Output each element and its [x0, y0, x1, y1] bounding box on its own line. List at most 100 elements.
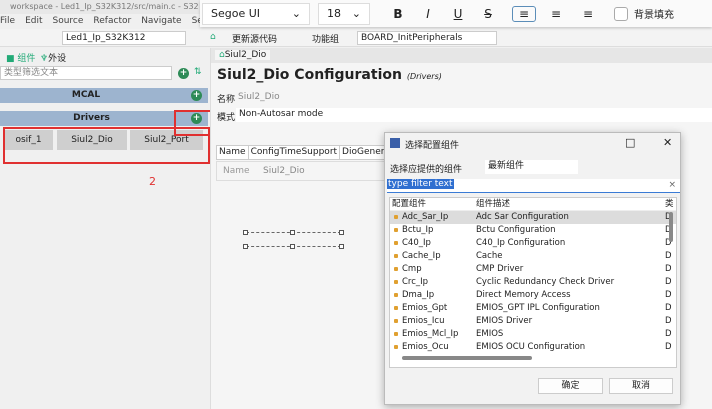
table-row[interactable]: Emios_Ocu EMIOS OCU Configuration D: [390, 341, 676, 354]
description-cell: Cache: [476, 251, 503, 261]
row-value[interactable]: Siul2_Dio: [263, 166, 305, 176]
tab-config-time-support[interactable]: ConfigTimeSupport: [249, 146, 341, 159]
title-text: Siul2_Dio Configuration: [217, 67, 402, 83]
col-category[interactable]: 类: [665, 198, 674, 210]
update-code-button[interactable]: 更新源代码: [232, 32, 277, 45]
col-component[interactable]: 配置组件: [390, 198, 472, 210]
components-panel: ■ 组件 ♆外设 类型筛选文本 + ⇅ MCAL + Drivers + osi…: [0, 48, 208, 409]
component-cell: Emios_Ocu: [390, 341, 472, 354]
table-row[interactable]: Emios_Mcl_Ip EMIOS D: [390, 328, 676, 341]
col-description[interactable]: 组件描述: [472, 198, 665, 210]
italic-button[interactable]: I: [416, 7, 440, 21]
chevron-down-icon: ⌄: [291, 7, 301, 20]
table-row[interactable]: Bctu_IpBctu ConfigurationD: [390, 224, 676, 237]
description-cell: Direct Memory Access: [476, 290, 571, 300]
table-header: 配置组件 组件描述 类: [390, 198, 676, 211]
function-group-selector[interactable]: BOARD_InitPeripherals: [357, 31, 497, 45]
add-icon[interactable]: +: [178, 68, 189, 79]
home-icon[interactable]: ⌂: [210, 32, 216, 42]
component-icon: [394, 228, 398, 232]
font-value: Segoe UI: [211, 7, 261, 20]
underline-button[interactable]: U: [446, 7, 470, 21]
resize-handle[interactable]: [290, 244, 295, 249]
group-drivers[interactable]: Drivers: [0, 111, 183, 126]
ok-button[interactable]: 确定: [538, 378, 603, 394]
component-name: Bctu_Ip: [402, 225, 434, 235]
table-row[interactable]: Adc_Sar_IpAdc Sar ConfigurationD: [390, 211, 676, 224]
table-row[interactable]: Cache_Ip Cache D: [390, 250, 676, 263]
resize-handle[interactable]: [339, 230, 344, 235]
align-center-icon[interactable]: ≡: [544, 7, 568, 21]
cancel-button[interactable]: 取消: [609, 378, 673, 394]
component-table: 配置组件 组件描述 类 Adc_Sar_Ip Adc Sar Configurat…: [389, 197, 677, 368]
description-cell: EMIOS: [476, 329, 504, 339]
tab-label: 组件: [17, 54, 36, 64]
category-cell: D: [665, 303, 672, 313]
resize-handle[interactable]: [290, 230, 295, 235]
editor-tabbar: ⌂Siul2_Dio: [211, 48, 712, 63]
table-row[interactable]: Dma_Ip Direct Memory Access D: [390, 289, 676, 302]
category-cell: D: [665, 290, 672, 300]
maximize-icon[interactable]: □: [625, 136, 635, 149]
resize-handle[interactable]: [243, 244, 248, 249]
table-row[interactable]: Crc_Ip Cyclic Redundancy Check Driver D: [390, 276, 676, 289]
annotation-box-2: [3, 127, 210, 164]
tab-name[interactable]: Name: [217, 146, 249, 159]
filter-input[interactable]: type filter text ×: [387, 179, 680, 193]
size-select[interactable]: 18 ⌄: [318, 2, 370, 25]
sort-icon[interactable]: ⇅: [194, 67, 202, 77]
tab-siul2-dio[interactable]: ⌂Siul2_Dio: [215, 50, 271, 60]
component-name: Emios_Mcl_Ip: [402, 329, 459, 339]
horizontal-scrollbar[interactable]: [402, 356, 532, 360]
component-name: Dma_Ip: [402, 290, 435, 300]
component-icon: [394, 241, 398, 245]
bold-button[interactable]: B: [386, 7, 410, 21]
menu-source[interactable]: Source: [53, 16, 84, 26]
group-mcal[interactable]: MCAL: [0, 88, 172, 103]
component-icon: [394, 215, 398, 219]
resize-handle[interactable]: [339, 244, 344, 249]
add-mcal-icon[interactable]: +: [191, 90, 202, 101]
tab-components[interactable]: ■ 组件: [6, 51, 35, 64]
tab-peripherals[interactable]: ♆外设: [40, 51, 66, 64]
component-icon: [394, 306, 398, 310]
menu-refactor[interactable]: Refactor: [93, 16, 131, 26]
description-cell: Adc Sar Configuration: [476, 212, 569, 222]
align-right-icon[interactable]: ≡: [576, 7, 600, 21]
resize-handle[interactable]: [243, 230, 248, 235]
table-row[interactable]: Cmp CMP Driver D: [390, 263, 676, 276]
description-cell: Bctu Configuration: [476, 225, 556, 235]
description-cell: C40_Ip Configuration: [476, 238, 566, 248]
clear-icon[interactable]: ×: [668, 180, 676, 190]
name-value: Siul2_Dio: [238, 92, 280, 102]
component-name: Emios_Icu: [402, 316, 445, 326]
chevron-down-icon: ⌄: [351, 7, 361, 20]
table-row[interactable]: Emios_Icu EMIOS Driver D: [390, 315, 676, 328]
filter-input[interactable]: 类型筛选文本: [0, 66, 172, 80]
table-row[interactable]: Emios_Gpt EMIOS_GPT IPL Configuration D: [390, 302, 676, 315]
group-mcal-bg: +: [172, 88, 208, 103]
font-select[interactable]: Segoe UI ⌄: [202, 2, 310, 25]
provider-select[interactable]: 最新组件: [485, 160, 578, 174]
bg-fill-checkbox[interactable]: [614, 6, 628, 21]
menu-navigate[interactable]: Navigate: [141, 16, 181, 26]
annotation-label-2: 2: [149, 175, 156, 188]
row-label: Name: [223, 166, 250, 176]
selection-box[interactable]: [243, 230, 344, 249]
component-icon: [394, 254, 398, 258]
component-cell: Emios_Mcl_Ip: [390, 328, 472, 341]
component-cell: Dma_Ip: [390, 289, 472, 302]
table-row[interactable]: C40_Ip C40_Ip Configuration D: [390, 237, 676, 250]
title-subtitle: (Drivers): [406, 72, 442, 81]
component-cell: Bctu_Ip: [390, 224, 472, 237]
menu-edit[interactable]: Edit: [25, 16, 42, 26]
align-left-icon[interactable]: ≡: [512, 5, 536, 22]
vertical-scrollbar[interactable]: [669, 212, 673, 242]
mode-field[interactable]: Non-Autosar mode: [236, 108, 712, 122]
project-selector[interactable]: Led1_Ip_S32K312: [62, 31, 186, 45]
tab-label: Siul2_Dio: [224, 50, 267, 60]
close-icon[interactable]: ✕: [663, 136, 672, 149]
component-icon: [394, 345, 398, 349]
menu-file[interactable]: File: [0, 16, 15, 26]
strike-button[interactable]: S: [476, 7, 500, 21]
